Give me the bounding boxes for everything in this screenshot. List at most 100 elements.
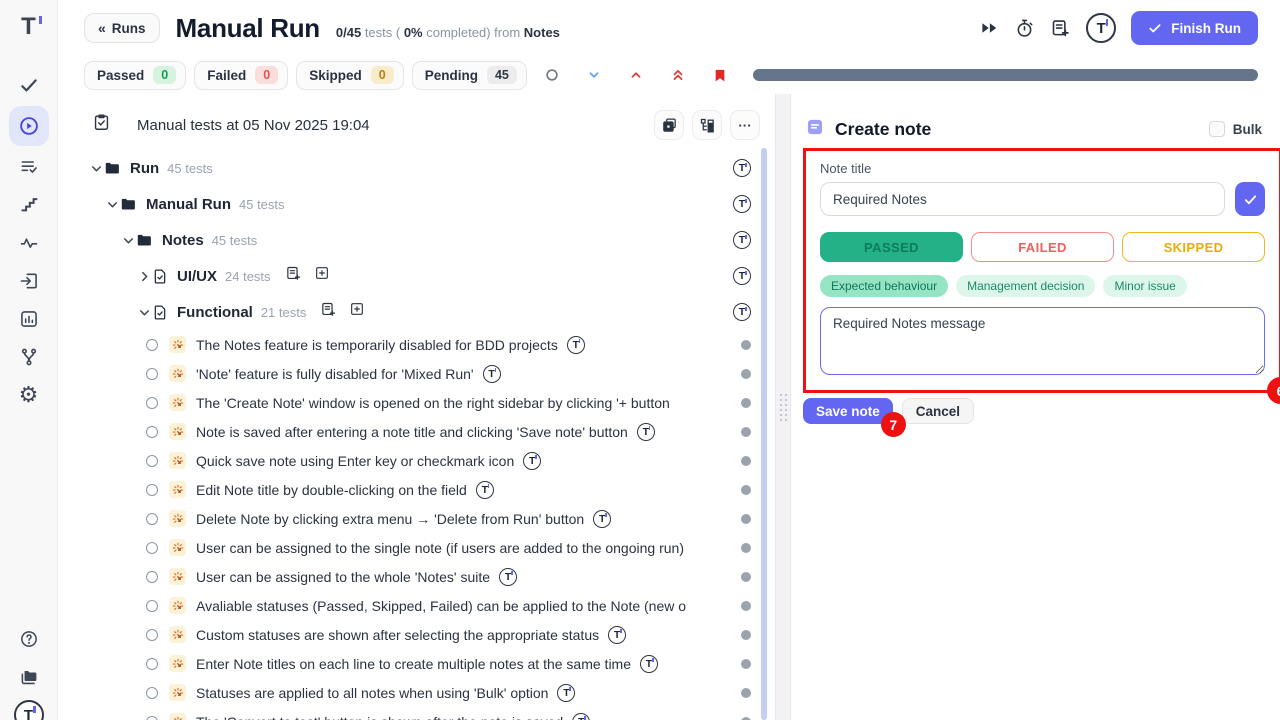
copy-run-icon[interactable] [654, 110, 684, 140]
add-note-icon[interactable] [320, 301, 337, 323]
collapse-all-up-icon[interactable] [661, 67, 695, 83]
test-row[interactable]: The 'Convert to test' button is shown af… [58, 707, 775, 720]
filter-failed[interactable]: Failed0 [194, 61, 288, 90]
account-logo-icon[interactable]: T [1086, 13, 1116, 43]
test-status-circle[interactable] [146, 368, 158, 380]
test-status-circle[interactable] [146, 629, 158, 641]
quick-save-check-button[interactable] [1235, 182, 1265, 216]
test-status-circle[interactable] [146, 484, 158, 496]
bulk-checkbox[interactable] [1209, 121, 1225, 137]
tree-scrollbar[interactable] [761, 148, 767, 720]
test-row[interactable]: The Notes feature is temporarily disable… [58, 330, 775, 359]
bulk-label: Bulk [1233, 122, 1262, 137]
status-button-passed[interactable]: PASSED [820, 232, 963, 262]
suite-row-ui-ux[interactable]: UI/UX24 testsT [58, 258, 775, 294]
test-status-circle[interactable] [146, 716, 158, 720]
test-row[interactable]: Avaliable statuses (Passed, Skipped, Fai… [58, 591, 775, 620]
test-row[interactable]: Quick save note using Enter key or check… [58, 446, 775, 475]
test-title: User can be assigned to the whole 'Notes… [196, 569, 490, 585]
test-row[interactable]: User can be assigned to the whole 'Notes… [58, 562, 775, 591]
app-logo[interactable]: T [21, 12, 36, 46]
reports-icon[interactable] [9, 300, 49, 338]
note-icon [805, 117, 825, 142]
status-button-skipped[interactable]: SKIPPED [1122, 232, 1265, 262]
test-status-circle[interactable] [146, 426, 158, 438]
drag-handle-icon[interactable] [780, 394, 787, 421]
test-row[interactable]: Statuses are applied to all notes when u… [58, 678, 775, 707]
chevron-down-icon[interactable] [88, 162, 104, 175]
suite-row-notes[interactable]: Notes45 testsT [58, 222, 775, 258]
suite-name: Functional [177, 304, 253, 321]
test-status-circle[interactable] [146, 687, 158, 699]
chevron-down-icon[interactable] [120, 234, 136, 247]
panel-resize-divider[interactable] [775, 94, 791, 720]
tag-expected-behaviour[interactable]: Expected behaviour [820, 275, 948, 297]
chevron-down-icon[interactable] [136, 306, 152, 319]
fast-forward-icon[interactable] [980, 20, 999, 36]
test-row[interactable]: Enter Note titles on each line to create… [58, 649, 775, 678]
test-pending-dot [741, 688, 751, 698]
test-row[interactable]: Custom statuses are shown after selectin… [58, 620, 775, 649]
test-status-circle[interactable] [146, 571, 158, 583]
add-note-icon[interactable] [285, 265, 302, 287]
profile-logo-icon[interactable]: T [9, 696, 49, 720]
tree-view-icon[interactable] [692, 110, 722, 140]
test-status-circle[interactable] [146, 542, 158, 554]
projects-folder-icon[interactable] [9, 658, 49, 696]
tag-minor-issue[interactable]: Minor issue [1103, 275, 1186, 297]
test-status-circle[interactable] [146, 658, 158, 670]
runs-icon[interactable] [9, 106, 49, 146]
check-icon [1148, 21, 1162, 35]
analytics-pulse-icon[interactable] [9, 224, 49, 262]
add-note-icon[interactable] [1050, 18, 1071, 39]
tag-management-decision[interactable]: Management decision [956, 275, 1095, 297]
collapse-up-icon[interactable] [619, 68, 653, 82]
manual-test-icon [169, 365, 186, 382]
filter-pending[interactable]: Pending45 [412, 61, 527, 90]
test-row[interactable]: Delete Note by clicking extra menu → 'De… [58, 504, 775, 533]
save-note-button[interactable]: Save note 7 [803, 398, 893, 424]
status-button-failed[interactable]: FAILED [971, 232, 1114, 262]
settings-gear-icon[interactable]: ⚙ [9, 376, 49, 414]
test-row[interactable]: The 'Create Note' window is opened on th… [58, 388, 775, 417]
milestones-steps-icon[interactable] [9, 186, 49, 224]
finish-run-button[interactable]: Finish Run [1131, 11, 1258, 45]
filter-passed[interactable]: Passed0 [84, 61, 186, 90]
add-test-icon[interactable] [349, 301, 365, 323]
chevron-right-icon[interactable] [136, 270, 152, 283]
test-source-logo-icon: T [476, 481, 494, 499]
timer-icon[interactable] [1014, 18, 1035, 39]
suite-row-manual-run[interactable]: Manual Run45 testsT [58, 186, 775, 222]
suite-name: Notes [162, 232, 204, 249]
test-row[interactable]: Note is saved after entering a note titl… [58, 417, 775, 446]
add-test-icon[interactable] [314, 265, 330, 287]
suite-row-run[interactable]: Run45 testsT [58, 150, 775, 186]
filter-skipped[interactable]: Skipped0 [296, 61, 403, 90]
back-to-runs-button[interactable]: « Runs [84, 13, 160, 43]
test-status-circle[interactable] [146, 513, 158, 525]
chevron-down-icon[interactable] [104, 198, 120, 211]
import-icon[interactable] [9, 262, 49, 300]
note-title-input[interactable] [820, 182, 1225, 216]
note-message-textarea[interactable] [820, 307, 1265, 375]
pending-circle-icon[interactable] [535, 68, 569, 82]
test-row[interactable]: Edit Note title by double-clicking on th… [58, 475, 775, 504]
tests-check-icon[interactable] [9, 66, 49, 104]
test-row[interactable]: 'Note' feature is fully disabled for 'Mi… [58, 359, 775, 388]
more-options-icon[interactable]: ··· [730, 110, 760, 140]
test-status-circle[interactable] [146, 600, 158, 612]
test-status-circle[interactable] [146, 397, 158, 409]
test-status-circle[interactable] [146, 455, 158, 467]
test-title: User can be assigned to the single note … [196, 540, 684, 556]
help-icon[interactable] [9, 620, 49, 658]
test-status-circle[interactable] [146, 339, 158, 351]
cancel-button[interactable]: Cancel [902, 398, 974, 424]
suite-source-logo-icon: T [733, 159, 751, 177]
test-plans-icon[interactable] [9, 148, 49, 186]
bookmark-icon[interactable] [703, 67, 737, 84]
branches-icon[interactable] [9, 338, 49, 376]
test-row[interactable]: User can be assigned to the single note … [58, 533, 775, 562]
suite-row-functional[interactable]: Functional21 testsT [58, 294, 775, 330]
collapse-down-icon[interactable] [577, 68, 611, 82]
bulk-toggle[interactable]: Bulk [1209, 121, 1262, 137]
